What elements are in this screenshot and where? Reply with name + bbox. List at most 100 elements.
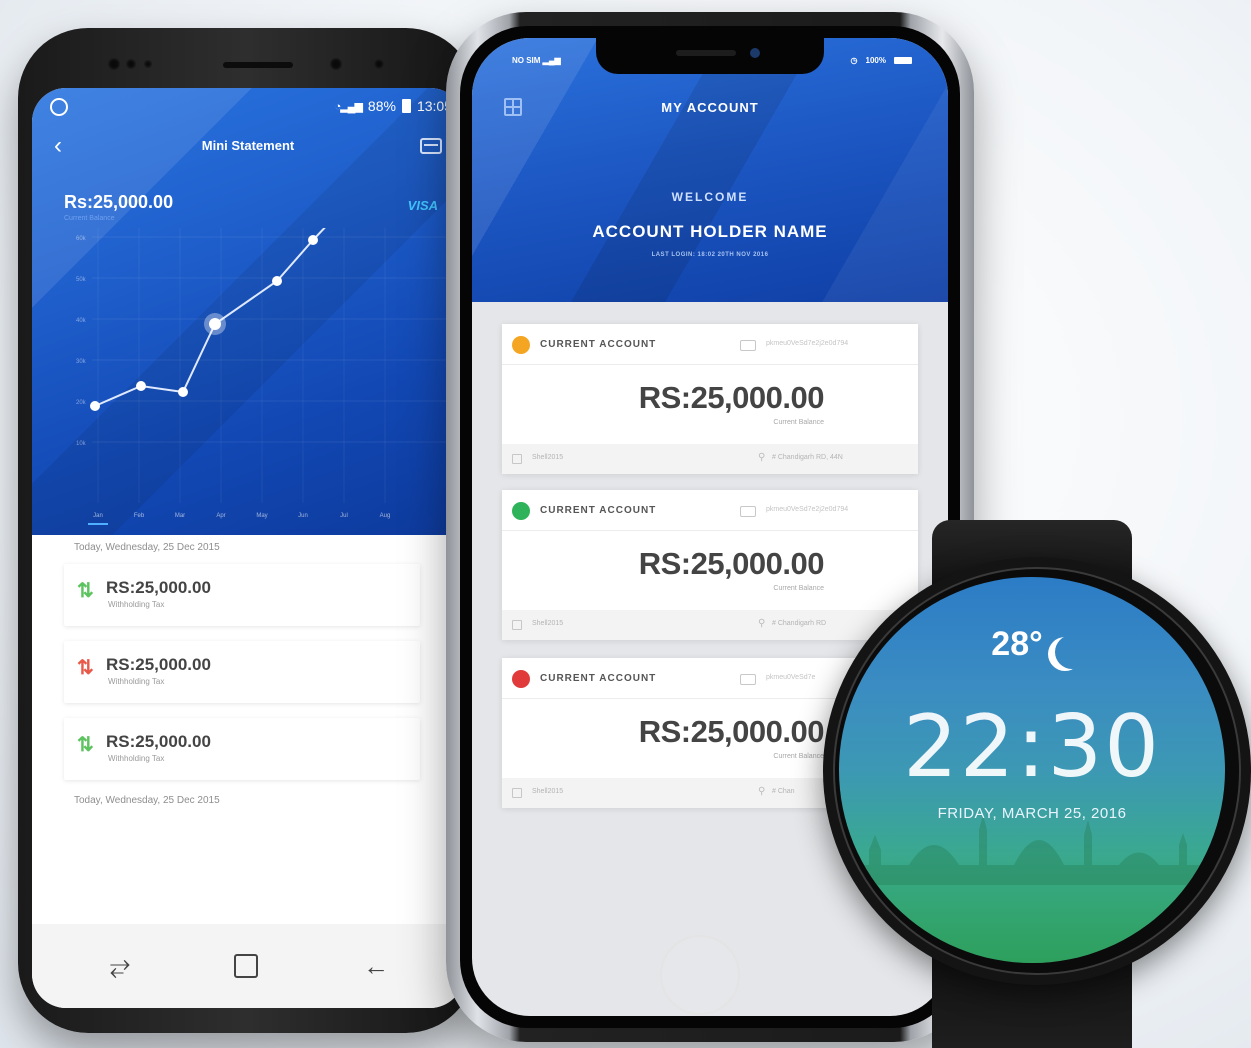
recent-apps-icon[interactable]: ⥂ xyxy=(102,948,138,984)
transaction-row[interactable]: ⇅ RS:25,000.00 Withholding Tax xyxy=(64,564,420,626)
sensor xyxy=(126,59,136,69)
back-nav-icon[interactable]: ← xyxy=(358,948,394,984)
branch-location: # Chan xyxy=(772,788,795,795)
location-pin-icon: ⚲ xyxy=(758,452,766,463)
y-tick-label: 20k xyxy=(76,400,87,406)
android-screen: ◔▂▄▆ 88% 13:05 ‹ Mini Statement Rs:25,00… xyxy=(32,88,464,1008)
status-right: ◔▂▄▆ 88% 13:05 xyxy=(335,98,452,114)
account-card[interactable]: CURRENT ACCOUNT pkmeu0VeSd7e2j2e0d794 RS… xyxy=(502,490,918,640)
sensor xyxy=(374,59,384,69)
home-square-icon xyxy=(234,954,258,978)
chart-point xyxy=(209,318,221,330)
page-title: Mini Statement xyxy=(201,138,295,153)
y-tick-label: 50k xyxy=(76,277,87,283)
branch-id: Shell2015 xyxy=(532,454,564,461)
account-number: pkmeu0VeSd7e xyxy=(766,674,816,681)
chart-point xyxy=(136,381,146,391)
watch-time: 22:30 xyxy=(903,697,1161,797)
watch-date: FRIDAY, MARCH 25, 2016 xyxy=(937,805,1127,822)
card-icon xyxy=(740,674,756,685)
card-icon xyxy=(740,340,756,351)
statement-date: Today, Wednesday, 25 Dec 2015 xyxy=(74,542,220,553)
transaction-desc: Withholding Tax xyxy=(108,600,165,609)
y-tick-label: 40k xyxy=(76,318,87,324)
android-top-bezel xyxy=(18,28,476,88)
account-label: CURRENT ACCOUNT xyxy=(540,673,657,684)
balance-caption: Current Balance xyxy=(773,585,824,592)
home-button[interactable] xyxy=(228,948,264,984)
watch-face[interactable]: 28° 22:30 FRIDAY, MARCH 25, 2016 xyxy=(839,577,1225,963)
branch-location: # Chandigarh RD xyxy=(772,620,827,627)
divider xyxy=(502,530,918,531)
branch-location: # Chandigarh RD, 44N xyxy=(772,454,843,461)
mini-statement-header: ◔▂▄▆ 88% 13:05 ‹ Mini Statement Rs:25,00… xyxy=(32,88,464,535)
branch-id: Shell2015 xyxy=(532,620,564,627)
x-tick-label: Jan xyxy=(93,513,103,519)
account-holder-name: ACCOUNT HOLDER NAME xyxy=(592,222,828,241)
android-nav-bar: ⥂ ← xyxy=(32,924,464,1008)
x-tick-label: Apr xyxy=(216,513,225,519)
chart-point xyxy=(90,401,100,411)
chart-grid xyxy=(92,228,452,503)
account-number: pkmeu0VeSd7e2j2e0d794 xyxy=(766,340,849,347)
carrier: NO SIM ▂▄▆ xyxy=(512,56,561,65)
account-number: pkmeu0VeSd7e2j2e0d794 xyxy=(766,506,849,513)
moon-icon xyxy=(1055,635,1089,669)
visa-logo: VISA xyxy=(407,198,438,213)
transaction-desc: Withholding Tax xyxy=(108,754,165,763)
x-tick-label: May xyxy=(256,513,267,519)
account-footer: Shell2015 ⚲ # Chandigarh RD, 44N xyxy=(502,444,918,474)
transaction-amount: RS:25,000.00 xyxy=(106,655,211,674)
android-phone: ◔▂▄▆ 88% 13:05 ‹ Mini Statement Rs:25,00… xyxy=(18,28,476,1033)
account-card[interactable]: CURRENT ACCOUNT pkmeu0VeSd7e2j2e0d794 RS… xyxy=(502,324,918,474)
weather-temperature: 28° xyxy=(991,625,1043,663)
account-balance: RS:25,000.00 xyxy=(638,380,825,415)
status-right: ◷ 100% xyxy=(851,56,912,65)
x-tick-label: Jun xyxy=(298,513,308,519)
my-account-header: NO SIM ▂▄▆ ◷ 100% MY ACCOUNT WELCOME ACC… xyxy=(472,38,948,302)
location-pin-icon: ⚲ xyxy=(758,618,766,629)
balance-caption: Current Balance xyxy=(773,419,824,426)
x-tick-label: Mar xyxy=(175,513,185,519)
status-bar: ◔▂▄▆ 88% 13:05 xyxy=(50,98,452,118)
transaction-amount: RS:25,000.00 xyxy=(106,732,211,751)
notch xyxy=(596,38,824,74)
last-login: LAST LOGIN: 18:02 20TH NOV 2016 xyxy=(651,252,769,258)
earpiece-speaker xyxy=(676,50,736,56)
account-balance: RS:25,000.00 xyxy=(638,546,825,581)
x-tick-label: Jul xyxy=(340,513,348,519)
transfer-arrows-icon: ⇅ xyxy=(77,657,94,679)
account-type-icon xyxy=(512,336,530,354)
y-tick-label: 30k xyxy=(76,359,87,365)
card-icon[interactable] xyxy=(420,138,442,154)
transaction-row[interactable]: ⇅ RS:25,000.00 Withholding Tax xyxy=(64,641,420,703)
chart-point xyxy=(308,235,318,245)
chart-point xyxy=(178,387,188,397)
chart-point xyxy=(272,276,282,286)
front-camera xyxy=(330,58,342,70)
title-row: ‹ Mini Statement xyxy=(32,132,464,162)
app-status-icon xyxy=(50,98,68,116)
wifi-signal-icon: ◔▂▄▆ xyxy=(334,100,363,113)
battery-percent: 88% xyxy=(367,98,396,114)
iphone-home-button[interactable] xyxy=(660,935,740,1015)
transaction-row[interactable]: ⇅ RS:25,000.00 Withholding Tax xyxy=(64,718,420,780)
selected-month-indicator xyxy=(88,523,108,525)
balance-line-chart[interactable]: 70k60k50k40k30k20k10k JanFebMarAprMayJun… xyxy=(32,228,464,535)
account-type-icon xyxy=(512,502,530,520)
balance-caption: Current Balance xyxy=(64,215,115,222)
statement-date: Today, Wednesday, 25 Dec 2015 xyxy=(74,795,220,806)
account-label: CURRENT ACCOUNT xyxy=(540,339,657,350)
account-label: CURRENT ACCOUNT xyxy=(540,505,657,516)
account-type-icon xyxy=(512,670,530,688)
battery-icon xyxy=(401,99,411,113)
divider xyxy=(502,364,918,365)
calendar-icon xyxy=(512,454,522,464)
battery-icon xyxy=(894,57,912,64)
welcome-text: WELCOME xyxy=(671,190,749,204)
x-tick-label: Aug xyxy=(380,513,391,519)
chart-y-ticks: 70k60k50k40k30k20k10k xyxy=(76,236,87,447)
page-title: MY ACCOUNT xyxy=(661,100,759,115)
earpiece-speaker xyxy=(223,62,293,68)
transaction-desc: Withholding Tax xyxy=(108,677,165,686)
